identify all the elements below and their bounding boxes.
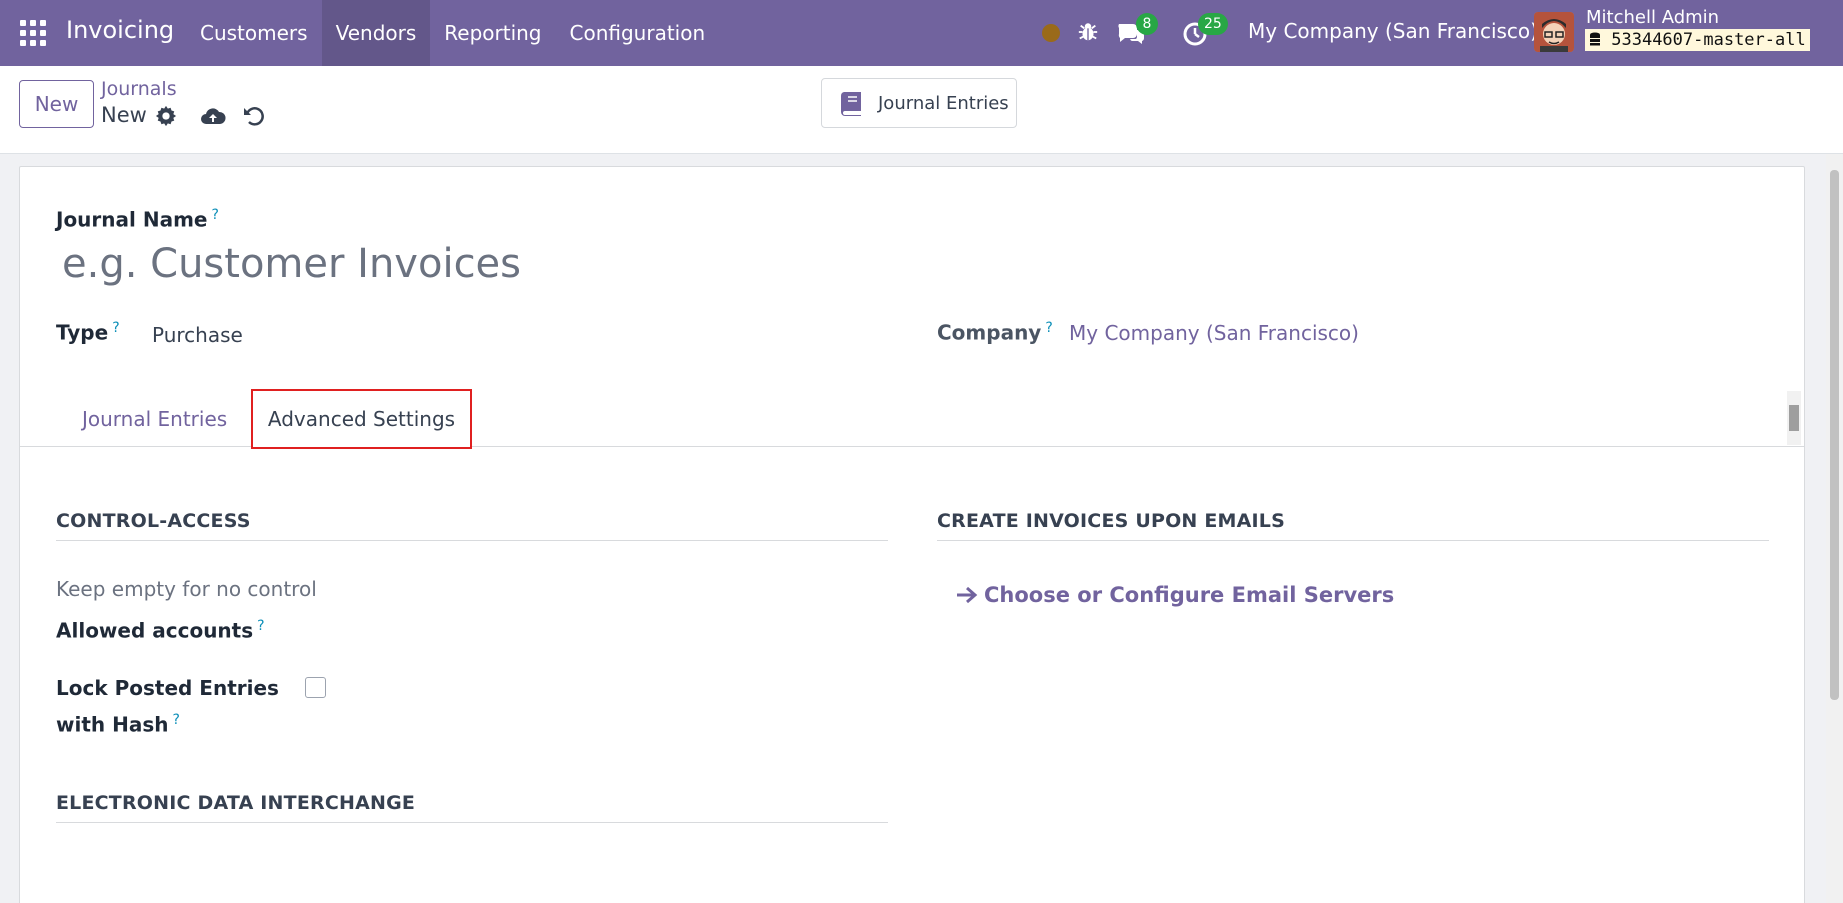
journal-name-help-icon[interactable]: ? [211,207,218,223]
menu-customers[interactable]: Customers [186,0,322,66]
lock-help-icon[interactable]: ? [172,712,179,728]
apps-grid-icon[interactable] [20,20,46,46]
database-name: 53344607-master-all [1585,29,1810,51]
type-label-text: Type [56,320,109,345]
company-label: Company? [937,320,1053,345]
undo-icon[interactable] [242,104,266,128]
lock-posted-entries-label: Lock Posted Entries with Hash? [56,672,279,741]
journal-name-input[interactable] [56,235,956,293]
main-menu: Customers Vendors Reporting Configuratio… [186,0,719,66]
type-value[interactable]: Purchase [152,323,243,347]
app-name[interactable]: Invoicing [66,16,174,44]
notebook-tabs: Journal Entries Advanced Settings [20,389,1804,449]
company-switcher[interactable]: My Company (San Francisco) [1248,19,1538,43]
configure-email-servers-label: Choose or Configure Email Servers [984,583,1395,607]
allowed-accounts-label-text: Allowed accounts [56,618,254,643]
journal-name-label-text: Journal Name [56,207,208,232]
menu-vendors[interactable]: Vendors [321,0,431,66]
top-navbar: Invoicing Customers Vendors Reporting Co… [0,0,1843,66]
user-name[interactable]: Mitchell Admin [1586,7,1719,28]
control-access-title: CONTROL-ACCESS [56,510,888,541]
database-name-text: 53344607-master-all [1611,30,1806,50]
tab-journal-entries[interactable]: Journal Entries [82,391,227,447]
book-icon [840,92,861,116]
smart-button-label: Journal Entries [878,92,1009,114]
create-invoices-title: CREATE INVOICES UPON EMAILS [937,510,1769,541]
breadcrumb-journals[interactable]: Journals [101,78,177,100]
lock-posted-entries-checkbox[interactable] [305,677,326,698]
configure-email-servers-link[interactable]: Choose or Configure Email Servers [956,583,1394,607]
control-panel: New Journals New Journal Entries [0,66,1843,154]
menu-reporting[interactable]: Reporting [430,0,555,66]
company-help-icon[interactable]: ? [1045,320,1052,336]
avatar[interactable] [1534,12,1574,52]
tabs-scrollbar[interactable] [1787,391,1801,445]
type-label: Type? [56,320,120,345]
lock-label-line1: Lock Posted Entries [56,676,279,700]
page-scrollbar[interactable] [1826,154,1843,903]
allowed-accounts-label: Allowed accounts? [56,618,265,643]
journal-entries-smart-button[interactable]: Journal Entries [821,78,1017,128]
journal-name-label: Journal Name? [56,207,219,232]
type-help-icon[interactable]: ? [112,320,119,336]
database-icon [1590,32,1600,46]
company-label-text: Company [937,320,1042,345]
gear-icon[interactable] [155,105,177,127]
activities-count-badge: 25 [1198,13,1228,35]
status-dot-icon[interactable] [1042,24,1060,42]
cloud-upload-icon[interactable] [200,105,226,127]
new-button[interactable]: New [19,80,94,128]
form-sheet: Journal Name? Type? Purchase Company? My… [19,166,1805,903]
company-value-link[interactable]: My Company (San Francisco) [1069,321,1359,345]
tab-advanced-settings[interactable]: Advanced Settings [251,389,472,449]
edi-title: ELECTRONIC DATA INTERCHANGE [56,792,888,823]
lock-label-line2: with Hash [56,712,169,737]
record-name: New [101,103,147,127]
messages-count-badge: 8 [1136,13,1158,35]
arrow-right-icon [957,586,978,604]
control-access-help-text: Keep empty for no control [56,577,317,601]
bug-icon[interactable] [1077,20,1099,44]
menu-configuration[interactable]: Configuration [556,0,720,66]
allowed-accounts-help-icon[interactable]: ? [257,618,264,634]
